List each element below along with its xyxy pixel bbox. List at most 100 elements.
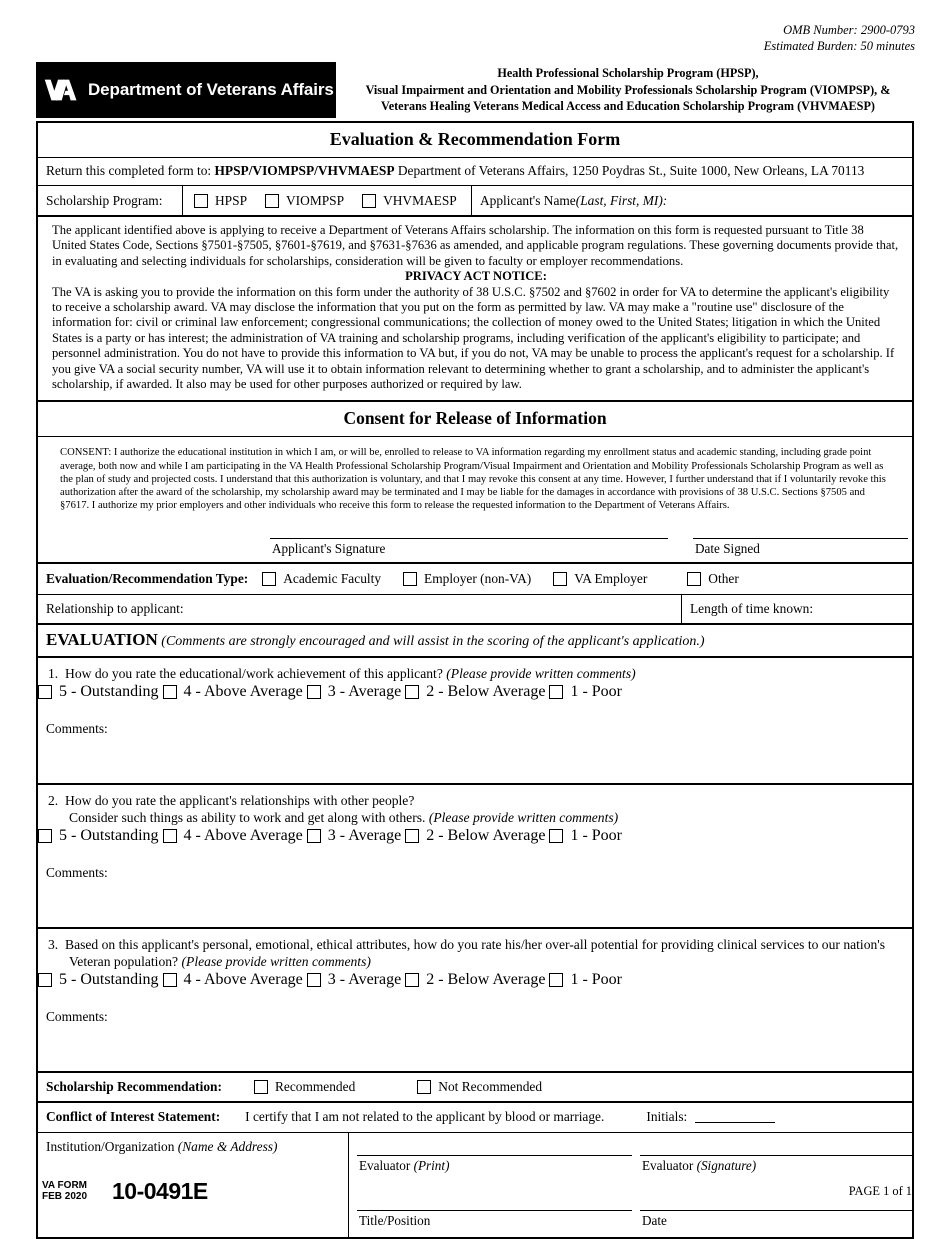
va-seal-icon bbox=[44, 79, 77, 101]
question-2-comments[interactable]: Comments: bbox=[38, 861, 912, 927]
checkbox-label: 4 - Above Average bbox=[183, 682, 303, 700]
checkbox-box-icon[interactable] bbox=[405, 684, 420, 699]
checkbox-label: 1 - Poor bbox=[570, 682, 622, 700]
checkbox-label: HPSP bbox=[215, 192, 248, 208]
rating-4-above-average[interactable]: 4 - Above Average bbox=[162, 682, 303, 701]
checkbox-label: 5 - Outstanding bbox=[59, 826, 159, 844]
initials-input[interactable] bbox=[695, 1121, 776, 1123]
rating-1-poor[interactable]: 1 - Poor bbox=[549, 827, 622, 845]
checkbox-box-icon[interactable] bbox=[306, 684, 321, 699]
rating-1-poor[interactable]: 1 - Poor bbox=[549, 971, 622, 989]
checkbox-label: 2 - Below Average bbox=[426, 682, 546, 700]
checkbox-box-icon[interactable] bbox=[38, 828, 52, 843]
checkbox-label: 2 - Below Average bbox=[426, 970, 546, 988]
rating-5-outstanding[interactable]: 5 - Outstanding bbox=[38, 827, 159, 845]
question-2-ratings: 5 - Outstanding 4 - Above Average 3 - Av… bbox=[38, 827, 912, 861]
question-2-text: 2. How do you rate the applicant's relat… bbox=[38, 785, 912, 827]
conflict-statement: I certify that I am not related to the a… bbox=[245, 1109, 605, 1125]
checkbox-vhvmaesp[interactable]: VHVMAESP bbox=[362, 193, 457, 209]
scholarship-program-options: HPSP VIOMPSP VHVMAESP bbox=[183, 186, 472, 215]
initials-label: Initials: bbox=[646, 1109, 688, 1125]
checkbox-academic-faculty[interactable]: Academic Faculty bbox=[262, 571, 381, 587]
rating-4-above-average[interactable]: 4 - Above Average bbox=[162, 970, 303, 989]
rating-2-below-average[interactable]: 2 - Below Average bbox=[405, 971, 545, 989]
checkbox-label: 4 - Above Average bbox=[183, 826, 303, 844]
question-1-comments[interactable]: Comments: bbox=[38, 717, 912, 783]
checkbox-box-icon[interactable] bbox=[549, 828, 564, 843]
checkbox-not-recommended[interactable]: Not Recommended bbox=[417, 1079, 542, 1095]
checkbox-box-icon[interactable] bbox=[162, 684, 177, 699]
program-title-line-2: Visual Impairment and Orientation and Mo… bbox=[365, 82, 891, 97]
form-title: Evaluation & Recommendation Form bbox=[38, 123, 912, 158]
rating-3-average[interactable]: 3 - Average bbox=[306, 827, 401, 845]
rating-2-below-average[interactable]: 2 - Below Average bbox=[405, 683, 545, 701]
checkbox-box-icon[interactable] bbox=[549, 684, 564, 699]
checkbox-label: VA Employer bbox=[574, 571, 648, 587]
date-signed-line[interactable] bbox=[693, 538, 908, 540]
applicant-signature-line[interactable] bbox=[270, 538, 668, 540]
checkbox-box-icon[interactable] bbox=[306, 828, 321, 843]
rating-5-outstanding[interactable]: 5 - Outstanding bbox=[38, 971, 159, 989]
checkbox-box-icon[interactable] bbox=[403, 572, 418, 587]
question-3-line-2: Veteran population? (Please provide writ… bbox=[48, 953, 902, 971]
checkbox-box-icon[interactable] bbox=[162, 972, 177, 987]
agency-name: Department of Veterans Affairs bbox=[88, 80, 334, 99]
checkbox-box-icon[interactable] bbox=[362, 193, 377, 208]
question-3-ratings: 5 - Outstanding 4 - Above Average 3 - Av… bbox=[38, 971, 912, 1005]
question-1-block: 1. How do you rate the educational/work … bbox=[38, 658, 912, 785]
rating-5-outstanding[interactable]: 5 - Outstanding bbox=[38, 683, 159, 701]
page-number: PAGE 1 of 1 bbox=[848, 1184, 912, 1198]
checkbox-box-icon[interactable] bbox=[687, 572, 702, 587]
checkbox-box-icon[interactable] bbox=[306, 972, 321, 987]
evaluation-type-row: Evaluation/Recommendation Type: Academic… bbox=[38, 564, 912, 596]
evaluator-print-label: Evaluator bbox=[359, 1157, 414, 1173]
checkbox-recommended[interactable]: Recommended bbox=[253, 1079, 355, 1095]
evaluator-signature-line[interactable] bbox=[640, 1154, 913, 1156]
relationship-field[interactable]: Relationship to applicant: bbox=[38, 595, 682, 624]
checkbox-box-icon[interactable] bbox=[38, 684, 52, 699]
checkbox-box-icon[interactable] bbox=[265, 193, 280, 208]
length-known-field[interactable]: Length of time known: bbox=[682, 595, 912, 623]
scholarship-program-label: Scholarship Program: bbox=[38, 186, 183, 215]
rating-1-poor[interactable]: 1 - Poor bbox=[549, 683, 622, 701]
va-form-label: VA FORM FEB 2020 bbox=[42, 1180, 87, 1202]
checkbox-label: 3 - Average bbox=[327, 970, 402, 988]
checkbox-box-icon[interactable] bbox=[549, 972, 564, 987]
institution-label-hint: (Name & Address) bbox=[177, 1138, 278, 1154]
evaluator-print-line[interactable] bbox=[357, 1154, 632, 1156]
applicant-name-field[interactable]: Applicant's Name (Last, First, MI): bbox=[472, 186, 912, 215]
checkbox-box-icon[interactable] bbox=[253, 1079, 268, 1094]
rating-2-below-average[interactable]: 2 - Below Average bbox=[405, 827, 545, 845]
checkbox-box-icon[interactable] bbox=[194, 193, 208, 208]
consent-text: CONSENT: I authorize the educational ins… bbox=[60, 447, 886, 512]
evaluator-signature-caption: Evaluator (Signature) bbox=[642, 1158, 756, 1174]
checkbox-label: 1 - Poor bbox=[570, 970, 622, 988]
checkbox-employer-non-va[interactable]: Employer (non-VA) bbox=[403, 571, 531, 587]
title-position-caption: Title/Position bbox=[359, 1212, 431, 1228]
applicant-name-label: Applicant's Name bbox=[480, 192, 576, 208]
rating-3-average[interactable]: 3 - Average bbox=[306, 683, 401, 701]
question-3-comments[interactable]: Comments: bbox=[38, 1005, 912, 1071]
checkbox-box-icon[interactable] bbox=[262, 572, 277, 587]
checkbox-hpsp[interactable]: HPSP bbox=[194, 193, 247, 209]
checkbox-other[interactable]: Other bbox=[687, 571, 739, 587]
checkbox-box-icon[interactable] bbox=[162, 828, 177, 843]
form-header: Department of Veterans Affairs Health Pr… bbox=[36, 62, 914, 118]
checkbox-box-icon[interactable] bbox=[405, 828, 420, 843]
question-1-text: 1. How do you rate the educational/work … bbox=[38, 658, 912, 683]
checkbox-box-icon[interactable] bbox=[553, 572, 568, 587]
checkbox-va-employer[interactable]: VA Employer bbox=[553, 571, 647, 587]
question-number: 3. bbox=[48, 936, 59, 952]
checkbox-label: Other bbox=[708, 571, 739, 587]
checkbox-label: 4 - Above Average bbox=[183, 970, 303, 988]
checkbox-box-icon[interactable] bbox=[405, 972, 420, 987]
checkbox-box-icon[interactable] bbox=[38, 972, 52, 987]
rating-4-above-average[interactable]: 4 - Above Average bbox=[162, 826, 303, 845]
applicant-signature-row: Applicant's Signature Date Signed bbox=[38, 522, 912, 565]
checkbox-label: Employer (non-VA) bbox=[424, 571, 532, 587]
checkbox-viompsp[interactable]: VIOMPSP bbox=[265, 193, 344, 209]
checkbox-label: 1 - Poor bbox=[570, 826, 622, 844]
checkbox-box-icon[interactable] bbox=[417, 1079, 432, 1094]
rating-3-average[interactable]: 3 - Average bbox=[306, 970, 402, 989]
applicant-signature-caption: Applicant's Signature bbox=[272, 541, 386, 557]
